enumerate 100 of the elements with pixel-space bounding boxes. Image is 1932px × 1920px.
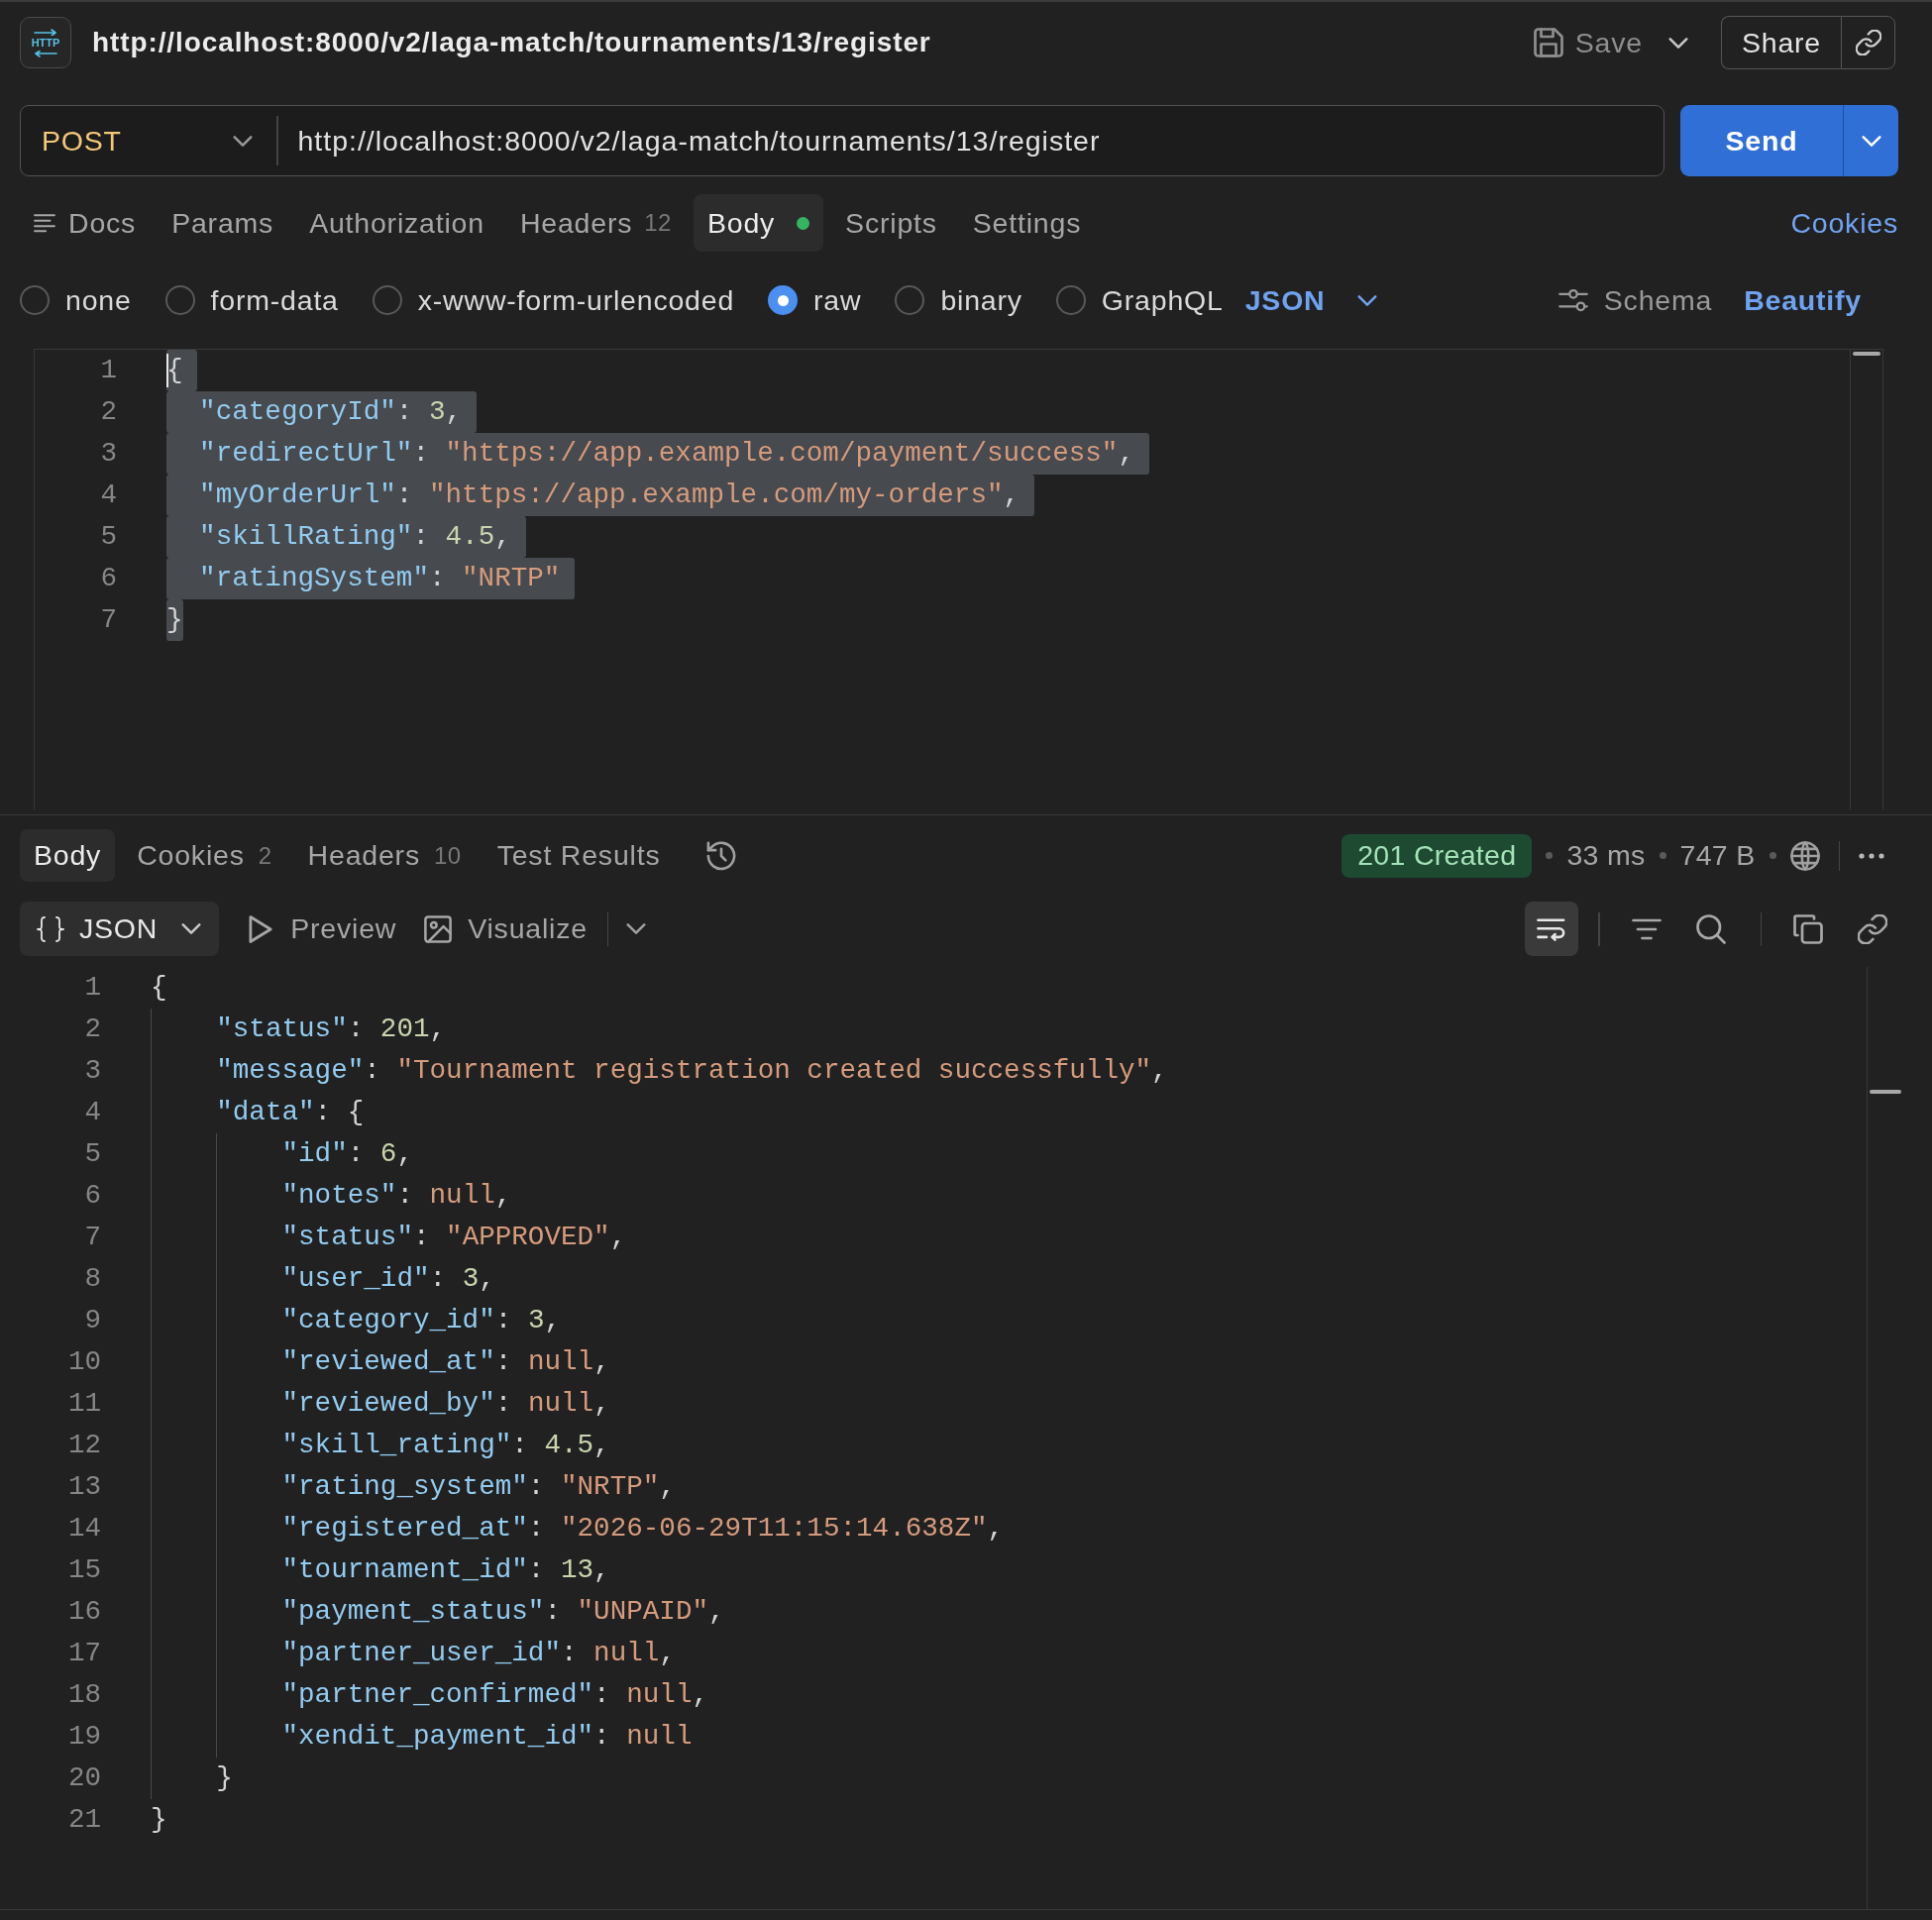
- method-dropdown[interactable]: POST: [21, 106, 276, 175]
- line-number: 3: [83, 1054, 101, 1088]
- globe-icon[interactable]: [1789, 840, 1820, 871]
- url-field[interactable]: http://localhost:8000/v2/laga-match/tournaments/13/register: [277, 124, 1664, 158]
- history-icon[interactable]: [705, 839, 738, 872]
- line-number: 9: [83, 1304, 101, 1337]
- line-number: 12: [66, 1429, 101, 1462]
- schema-button[interactable]: Schema: [1557, 283, 1713, 317]
- request-title: http://localhost:8000/v2/laga-match/tournaments/13/register: [92, 27, 931, 58]
- code-line: "id": 6,: [281, 1137, 413, 1171]
- line-number: 21: [66, 1803, 101, 1837]
- line-number: 1: [99, 354, 117, 387]
- sliders-icon: [1557, 287, 1588, 313]
- code-line: "partner_confirmed": null,: [281, 1678, 709, 1712]
- code-line: "payment_status": "UNPAID",: [281, 1595, 725, 1629]
- line-number: 1: [83, 971, 101, 1005]
- code-line: {: [151, 971, 167, 1005]
- line-number: 13: [66, 1470, 101, 1504]
- line-number: 5: [99, 520, 117, 554]
- line-number: 2: [99, 395, 117, 429]
- response-format-dropdown[interactable]: JSON: [20, 902, 220, 956]
- request-body-editor[interactable]: 1 { 2 "categoryId": 3, 3 "redirectUrl": "https://app.example.com/payment/success", 4 "myOrderUrl": "https://app.example.com/my-orders", 5 "skillRating": 4.5, 6 "ratingSystem": "NRTP" 7 }: [34, 349, 1883, 809]
- code-line: "registered_at": "2026-06-29T11:15:14.638Z",: [281, 1512, 1005, 1546]
- body-type-radio[interactable]: x-www-form-urlencoded: [372, 283, 735, 317]
- code-line: "data": {: [216, 1096, 365, 1129]
- line-number: 10: [66, 1345, 101, 1379]
- copy-link-button[interactable]: [1841, 16, 1895, 69]
- response-tab[interactable]: Body: [20, 829, 116, 882]
- code-line: "status": "APPROVED",: [281, 1221, 627, 1254]
- line-number: 4: [99, 479, 117, 512]
- visualize-button[interactable]: Visualize: [424, 912, 588, 945]
- line-number: 14: [66, 1512, 101, 1546]
- line-number: 8: [83, 1262, 101, 1296]
- copy-icon[interactable]: [1793, 913, 1823, 944]
- line-number: 18: [66, 1678, 101, 1712]
- wrap-lines-icon: [1537, 915, 1566, 942]
- request-tab[interactable]: Scripts: [831, 194, 951, 252]
- line-number: 6: [83, 1179, 101, 1213]
- preview-button[interactable]: Preview: [247, 912, 397, 945]
- body-type-radio[interactable]: raw: [768, 283, 862, 317]
- code-line: "reviewed_by": null,: [281, 1387, 610, 1421]
- line-number: 6: [99, 562, 117, 595]
- response-size: 747 B: [1679, 839, 1756, 872]
- code-line: "reviewed_at": null,: [281, 1345, 610, 1379]
- send-button[interactable]: Send: [1680, 105, 1843, 176]
- list-lines-icon: [34, 213, 55, 233]
- link-icon[interactable]: [1858, 913, 1887, 944]
- http-request-icon: HTTP: [20, 17, 71, 68]
- code-line: "skill_rating": 4.5,: [281, 1429, 610, 1462]
- more-icon[interactable]: [1858, 851, 1885, 860]
- line-number: 20: [66, 1761, 101, 1795]
- line-number: 3: [99, 437, 117, 471]
- separator-dot-icon: [1769, 852, 1776, 859]
- line-number: 5: [83, 1137, 101, 1171]
- body-type-radio[interactable]: none: [20, 283, 132, 317]
- code-line: "notes": null,: [281, 1179, 512, 1213]
- caret-icon: [1356, 294, 1377, 306]
- request-tab[interactable]: Headers 12: [505, 194, 686, 252]
- docs-tab[interactable]: Docs: [20, 194, 151, 252]
- code-line: "category_id": 3,: [281, 1304, 561, 1337]
- line-number: 16: [66, 1595, 101, 1629]
- wrap-lines-button[interactable]: [1525, 902, 1578, 956]
- code-line: "user_id": 3,: [281, 1262, 495, 1296]
- body-type-radio[interactable]: binary: [895, 283, 1022, 317]
- line-number: 11: [66, 1387, 101, 1421]
- caret-icon: [233, 135, 253, 147]
- body-type-radio[interactable]: GraphQL: [1055, 283, 1224, 317]
- request-tab[interactable]: Authorization: [295, 194, 498, 252]
- share-button[interactable]: Share: [1720, 16, 1841, 69]
- scrollbar-thumb[interactable]: [1853, 352, 1880, 356]
- body-type-radio[interactable]: form-data: [164, 283, 339, 317]
- response-tab[interactable]: Test Results: [483, 829, 675, 882]
- caret-icon: [181, 923, 202, 934]
- link-icon: [1856, 30, 1881, 55]
- save-button[interactable]: Save: [1533, 26, 1643, 59]
- status-badge: 201 Created: [1342, 833, 1533, 878]
- code-line: "partner_user_id": null,: [281, 1637, 676, 1670]
- search-icon[interactable]: [1695, 913, 1726, 944]
- caret-icon: [1861, 135, 1881, 147]
- beautify-button[interactable]: Beautify: [1744, 283, 1862, 317]
- line-number: 19: [66, 1720, 101, 1754]
- scrollbar-thumb[interactable]: [1870, 1090, 1901, 1094]
- request-tab[interactable]: Params: [158, 194, 288, 252]
- braces-icon: [36, 914, 65, 943]
- code-line: }: [151, 1803, 167, 1837]
- request-tab[interactable]: Body: [693, 194, 824, 252]
- response-time: 33 ms: [1566, 839, 1646, 872]
- image-icon: [424, 914, 453, 943]
- code-line: "message": "Tournament registration created successfully",: [216, 1054, 1168, 1088]
- line-number: 2: [83, 1013, 101, 1046]
- separator-dot-icon: [1659, 852, 1666, 859]
- response-tab[interactable]: Cookies 2: [123, 829, 286, 882]
- request-tab[interactable]: Settings: [958, 194, 1096, 252]
- cookies-link[interactable]: Cookies: [1790, 206, 1898, 240]
- code-line: "rating_system": "NRTP",: [281, 1470, 676, 1504]
- format-dropdown[interactable]: JSON: [1244, 283, 1377, 317]
- code-line: "tournament_id": 13,: [281, 1553, 610, 1587]
- separator-dot-icon: [1546, 852, 1554, 859]
- caret-icon: [1667, 37, 1688, 49]
- response-tab[interactable]: Headers 10: [293, 829, 476, 882]
